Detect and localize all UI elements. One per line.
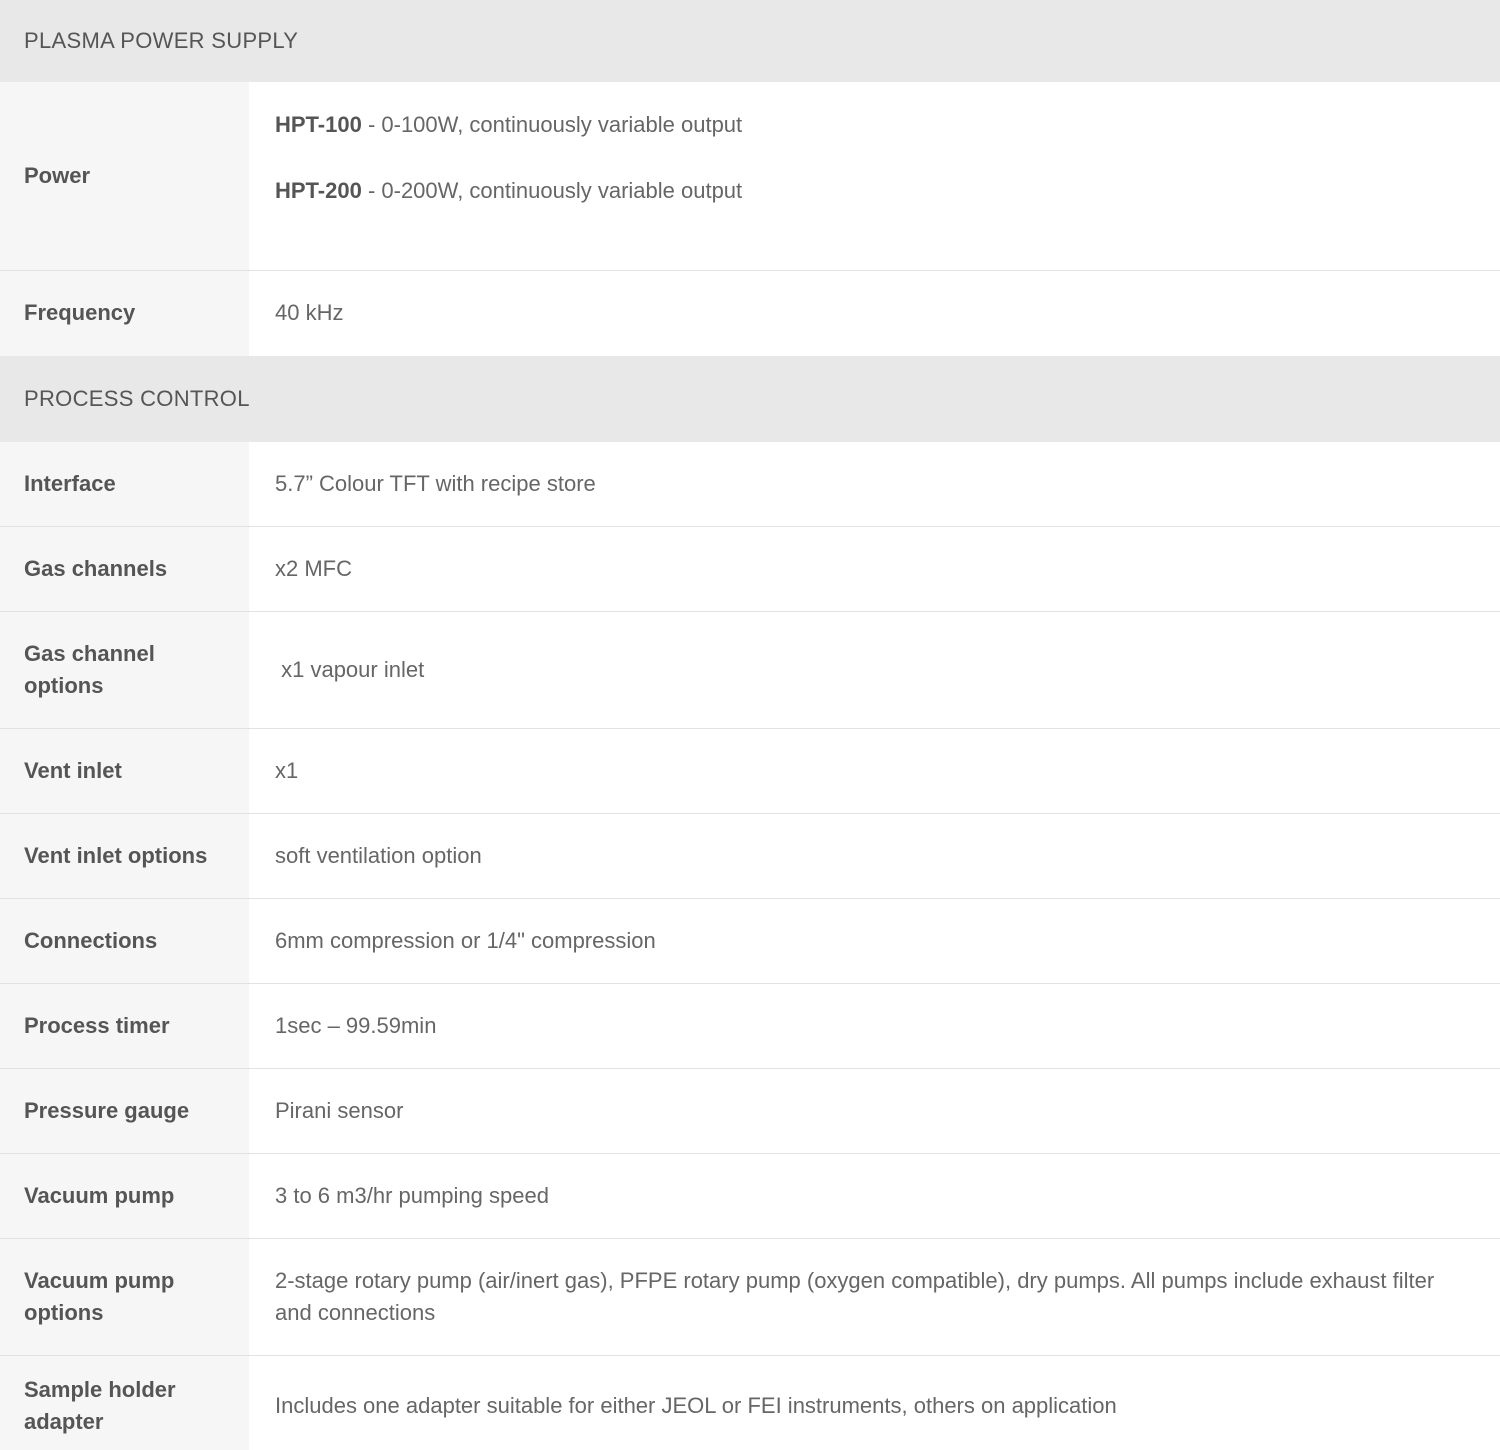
table-row: Vacuum pump options 2-stage rotary pump … xyxy=(0,1238,1500,1356)
row-label: Process timer xyxy=(0,983,249,1069)
row-label: Frequency xyxy=(0,270,249,356)
table-row: Sample holder adapter Includes one adapt… xyxy=(0,1355,1500,1450)
table-row: Connections 6mm compression or 1/4" comp… xyxy=(0,898,1500,984)
row-label: Vacuum pump options xyxy=(0,1238,249,1356)
model-name: HPT-100 xyxy=(275,112,362,137)
row-label: Gas channels xyxy=(0,526,249,612)
table-row-power: Power HPT-100 - 0-100W, continuously var… xyxy=(0,82,1500,271)
row-value: 40 kHz xyxy=(249,270,1500,356)
row-label: Interface xyxy=(0,441,249,527)
row-label: Connections xyxy=(0,898,249,984)
row-label: Power xyxy=(0,82,249,271)
table-row: Gas channel options x1 vapour inlet xyxy=(0,611,1500,729)
model-description: - 0-100W, continuously variable output xyxy=(361,112,743,137)
table-row: Process timer 1sec – 99.59min xyxy=(0,983,1500,1069)
section-header-process-control: PROCESS CONTROL xyxy=(0,355,1500,442)
model-name: HPT-200 xyxy=(275,178,362,203)
power-option: HPT-200 - 0-200W, continuously variable … xyxy=(275,174,1476,208)
row-label: Vent inlet xyxy=(0,728,249,814)
row-value: x1 xyxy=(249,728,1500,814)
section-title: PLASMA POWER SUPPLY xyxy=(0,0,1500,82)
table-row-frequency: Frequency 40 kHz xyxy=(0,270,1500,356)
power-option: HPT-100 - 0-100W, continuously variable … xyxy=(275,108,1476,142)
row-value: x1 vapour inlet xyxy=(249,611,1500,729)
row-value: x2 MFC xyxy=(249,526,1500,612)
row-value: Includes one adapter suitable for either… xyxy=(249,1355,1500,1450)
model-description: - 0-200W, continuously variable output xyxy=(361,178,743,203)
table-row: Vent inlet x1 xyxy=(0,728,1500,814)
row-label: Gas channel options xyxy=(0,611,249,729)
table-row: Pressure gauge Pirani sensor xyxy=(0,1068,1500,1154)
row-value: 3 to 6 m3/hr pumping speed xyxy=(249,1153,1500,1239)
section-header-plasma-power-supply: PLASMA POWER SUPPLY xyxy=(0,0,1500,82)
row-value: soft ventilation option xyxy=(249,813,1500,899)
table-row: Vacuum pump 3 to 6 m3/hr pumping speed xyxy=(0,1153,1500,1239)
table-row: Gas channels x2 MFC xyxy=(0,526,1500,612)
section-title: PROCESS CONTROL xyxy=(0,355,1500,442)
row-value: Pirani sensor xyxy=(249,1068,1500,1154)
row-value: HPT-100 - 0-100W, continuously variable … xyxy=(249,82,1500,271)
specification-table: PLASMA POWER SUPPLY Power HPT-100 - 0-10… xyxy=(0,0,1500,1450)
row-label: Vacuum pump xyxy=(0,1153,249,1239)
row-label: Vent inlet options xyxy=(0,813,249,899)
row-value: 6mm compression or 1/4" compression xyxy=(249,898,1500,984)
table-row: Vent inlet options soft ventilation opti… xyxy=(0,813,1500,899)
row-value: 2-stage rotary pump (air/inert gas), PFP… xyxy=(249,1238,1500,1356)
row-value: 1sec – 99.59min xyxy=(249,983,1500,1069)
row-label: Pressure gauge xyxy=(0,1068,249,1154)
row-value: 5.7” Colour TFT with recipe store xyxy=(249,441,1500,527)
table-row: Interface 5.7” Colour TFT with recipe st… xyxy=(0,441,1500,527)
row-label: Sample holder adapter xyxy=(0,1355,249,1450)
